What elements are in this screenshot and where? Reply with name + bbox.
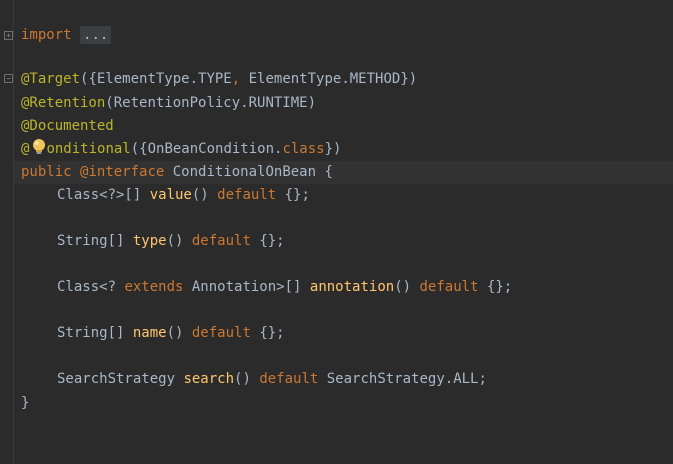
- code-token: {};: [276, 187, 310, 203]
- code-token: (): [234, 371, 260, 387]
- annotation-conditional-at: @: [21, 141, 30, 157]
- keyword-interface: @interface: [80, 164, 165, 180]
- code-token: (): [394, 279, 420, 295]
- code-token-type: Annotation>[]: [183, 279, 310, 295]
- folded-imports[interactable]: ...: [80, 26, 112, 44]
- fold-collapse-icon[interactable]: −: [4, 74, 13, 83]
- interface-name: ConditionalOnBean: [172, 164, 317, 180]
- code-line-import: import ...: [21, 24, 673, 47]
- method-name-annotation: annotation: [309, 279, 395, 295]
- code-line-search: SearchStrategy search() default SearchSt…: [21, 368, 673, 391]
- code-token: (): [191, 187, 218, 203]
- code-editor[interactable]: + − import ... @Target({ElementType.TYPE…: [0, 0, 673, 464]
- keyword-default: default: [419, 279, 479, 295]
- code-line-target: @Target({ElementType.TYPE, ElementType.M…: [21, 68, 673, 91]
- lightbulb-icon[interactable]: [31, 138, 47, 156]
- code-token: }): [324, 141, 342, 157]
- keyword-public: public: [21, 164, 72, 180]
- code-token-comma: ,: [231, 71, 241, 87]
- keyword-default: default: [191, 325, 251, 341]
- code-token-brace: {: [324, 164, 333, 180]
- keyword-default: default: [259, 371, 319, 387]
- annotation-documented: @Documented: [21, 118, 114, 134]
- method-name-type: type: [132, 233, 167, 249]
- code-token-type: Class<?>[]: [57, 187, 150, 203]
- code-line-retention: @Retention(RetentionPolicy.RUNTIME): [21, 92, 673, 115]
- annotation-target: @Target: [21, 71, 81, 87]
- code-line-type: String[] type() default {};: [21, 230, 673, 253]
- code-line-annotation: Class<? extends Annotation>[] annotation…: [21, 276, 673, 299]
- code-line-interface: public @interface ConditionalOnBean {: [14, 161, 673, 184]
- code-token: ({ElementType.TYPE: [80, 71, 232, 87]
- code-token-type: SearchStrategy: [57, 371, 184, 387]
- code-token: {};: [478, 279, 513, 295]
- method-name-value: value: [149, 187, 192, 203]
- code-token-type: String[]: [57, 233, 133, 249]
- code-token: (): [166, 325, 192, 341]
- code-token: SearchStrategy.ALL;: [318, 371, 487, 387]
- editor-gutter: [0, 0, 14, 464]
- code-token-brace: }: [21, 395, 30, 411]
- code-line-conditional: @ onditional({OnBeanCondition.class}): [21, 138, 673, 161]
- keyword-class: class: [282, 141, 325, 157]
- code-token: ElementType.METHOD}): [240, 71, 418, 87]
- keyword-default: default: [217, 187, 277, 203]
- code-token: {};: [250, 325, 285, 341]
- keyword-extends: extends: [124, 279, 184, 295]
- code-token: (): [166, 233, 192, 249]
- code-token-type: Class<?: [57, 279, 125, 295]
- code-line-value: Class<?>[] value() default {};: [21, 184, 673, 207]
- code-token: (RetentionPolicy.RUNTIME): [105, 95, 317, 111]
- keyword-default: default: [191, 233, 251, 249]
- keyword-import: import: [21, 27, 72, 43]
- method-name-search: search: [183, 371, 235, 387]
- code-line-documented: @Documented: [21, 115, 673, 138]
- annotation-retention: @Retention: [21, 95, 106, 111]
- annotation-conditional: onditional: [46, 141, 131, 157]
- gutter-divider: [13, 0, 14, 464]
- method-name-name: name: [132, 325, 167, 341]
- code-token-type: String[]: [57, 325, 133, 341]
- code-line-name: String[] name() default {};: [21, 322, 673, 345]
- code-line-close: }: [21, 392, 673, 415]
- code-token: {};: [250, 233, 285, 249]
- fold-expand-icon[interactable]: +: [4, 31, 13, 40]
- code-token: ({OnBeanCondition.: [130, 141, 283, 157]
